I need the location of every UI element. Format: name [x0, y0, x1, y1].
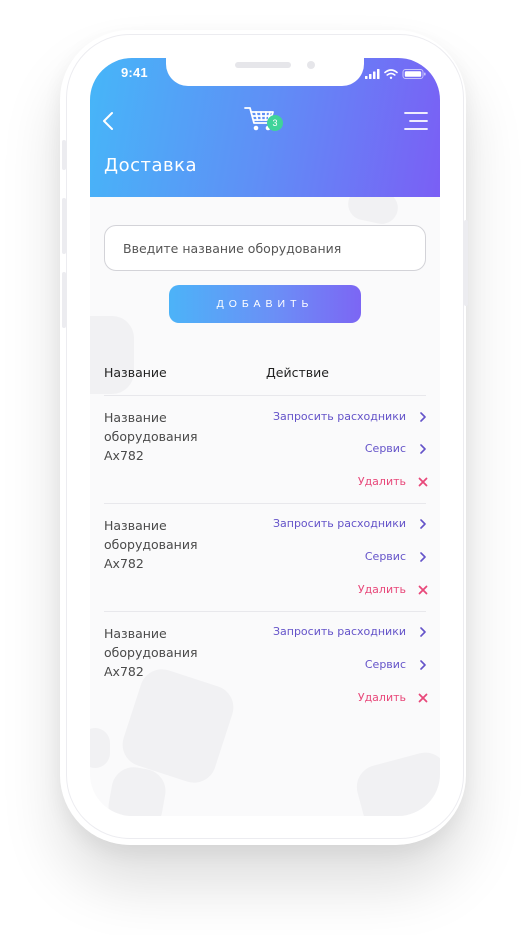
service-link[interactable]: Сервис	[365, 550, 406, 563]
chevron-right-icon[interactable]	[418, 552, 428, 562]
chevron-right-icon[interactable]	[418, 412, 428, 422]
page-title: Доставка	[104, 155, 197, 176]
chevron-right-icon[interactable]	[418, 519, 428, 529]
service-link[interactable]: Сервис	[365, 658, 406, 671]
service-link[interactable]: Сервис	[365, 442, 406, 455]
table-row: Название оборудования Ax782 Запросить ра…	[90, 504, 440, 612]
decor-hexagon	[90, 728, 110, 768]
delete-link[interactable]: Удалить	[358, 583, 406, 596]
status-icons	[365, 69, 426, 79]
table-row: Название оборудования Ax782 Запросить ра…	[90, 396, 440, 504]
request-consumables-link[interactable]: Запросить расходники	[273, 410, 406, 423]
menu-icon[interactable]	[402, 108, 430, 134]
status-time: 9:41	[121, 65, 148, 80]
app-screen: 9:41 3 Доставка Введите название оборудо…	[90, 58, 440, 816]
battery-icon	[402, 69, 426, 79]
decor-hexagon	[351, 747, 440, 816]
back-arrow-icon[interactable]	[96, 108, 122, 134]
column-header-action: Действие	[266, 365, 329, 380]
notch	[166, 58, 364, 86]
volume-down-button	[62, 272, 66, 328]
close-icon[interactable]	[418, 693, 428, 703]
wifi-icon	[384, 69, 398, 79]
delete-link[interactable]: Удалить	[358, 475, 406, 488]
volume-up-button	[62, 198, 66, 254]
equipment-name: Название оборудования Ax782	[104, 518, 198, 571]
close-icon[interactable]	[418, 477, 428, 487]
camera	[307, 61, 315, 69]
add-button[interactable]: ДОБАВИТЬ	[169, 285, 361, 323]
table-row: Название оборудования Ax782 Запросить ра…	[90, 612, 440, 720]
chevron-right-icon[interactable]	[418, 660, 428, 670]
app-header: 9:41 3 Доставка	[90, 58, 440, 197]
decor-hexagon	[90, 316, 134, 394]
request-consumables-link[interactable]: Запросить расходники	[273, 625, 406, 638]
speaker	[235, 62, 291, 68]
equipment-name: Название оборудования Ax782	[104, 626, 198, 679]
chevron-right-icon[interactable]	[418, 444, 428, 454]
equipment-name-input[interactable]	[104, 225, 426, 271]
mute-switch	[62, 140, 66, 170]
cart-count-badge: 3	[267, 115, 283, 131]
close-icon[interactable]	[418, 585, 428, 595]
signal-icon	[365, 69, 380, 79]
delete-link[interactable]: Удалить	[358, 691, 406, 704]
equipment-name: Название оборудования Ax782	[104, 410, 198, 463]
request-consumables-link[interactable]: Запросить расходники	[273, 517, 406, 530]
power-button	[464, 220, 468, 306]
chevron-right-icon[interactable]	[418, 627, 428, 637]
column-header-name: Название	[104, 365, 167, 380]
